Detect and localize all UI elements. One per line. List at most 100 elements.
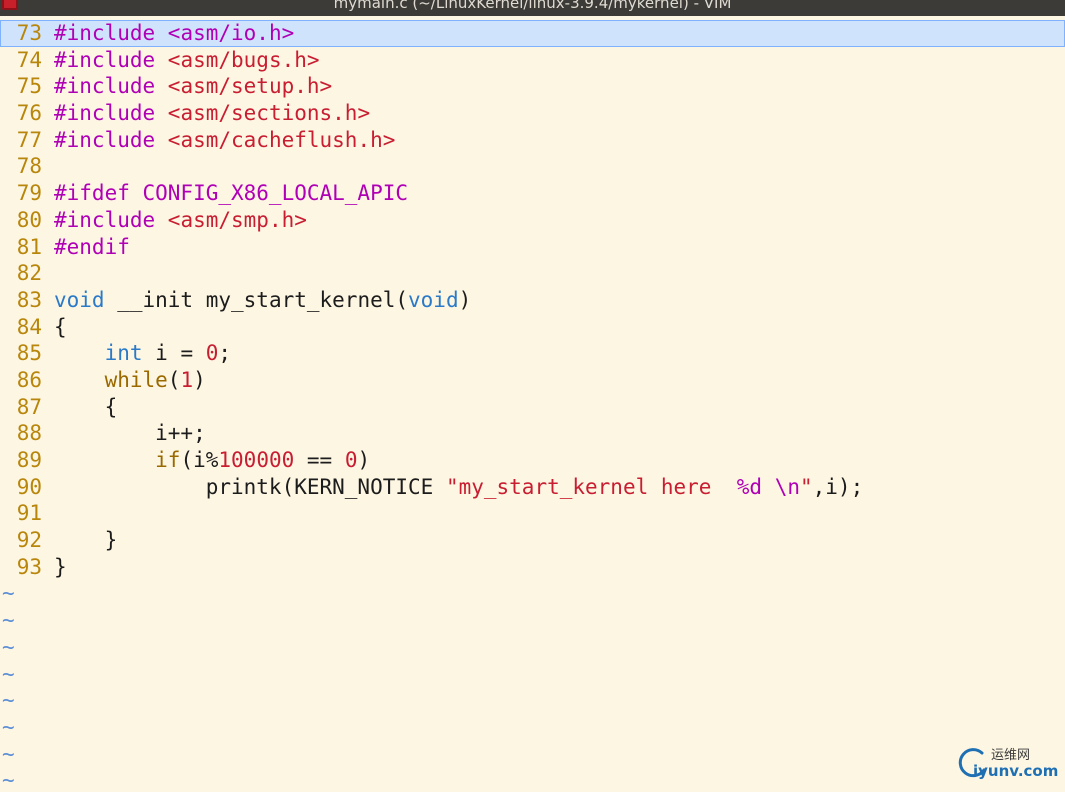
code-token: ;: [218, 341, 232, 366]
line-content: #include <asm/setup.h>: [42, 74, 332, 98]
code-token: <asm/setup.h>: [167, 74, 333, 99]
code-token: void: [54, 287, 105, 312]
code-line[interactable]: 74 #include <asm/bugs.h>: [0, 47, 1065, 74]
code-token: ": [799, 474, 813, 499]
watermark-bottom-text: iyunv.com: [973, 762, 1059, 780]
code-line[interactable]: 84 {: [0, 314, 1065, 341]
code-line[interactable]: 81 #endif: [0, 234, 1065, 261]
empty-buffer-tilde: ~: [2, 688, 15, 713]
code-token: ): [458, 287, 472, 312]
editor-buffer[interactable]: 73 #include <asm/io.h> 74 #include <asm/bug…: [0, 20, 1065, 792]
line-content: #ifdef CONFIG_X86_LOCAL_APIC: [42, 181, 408, 205]
line-content: if(i%100000 == 0): [42, 448, 370, 472]
code-token: \n: [774, 474, 800, 499]
title-bar: mymain.c (~/LinuxKernel/linux-3.9.4/myke…: [0, 0, 1065, 16]
code-token: {: [54, 394, 118, 419]
code-line[interactable]: 80 #include <asm/smp.h>: [0, 207, 1065, 234]
line-content: i++;: [42, 421, 206, 445]
line-content: #include <asm/smp.h>: [42, 208, 307, 232]
code-token: #include: [54, 21, 168, 45]
code-line[interactable]: 85 int i = 0;: [0, 340, 1065, 367]
code-token: 100000: [218, 448, 295, 472]
code-token: {: [54, 314, 67, 339]
line-number: 93: [16, 554, 42, 579]
code-token: if: [155, 448, 181, 472]
empty-buffer-tilde: ~: [2, 608, 15, 633]
line-content: [42, 501, 54, 525]
code-line[interactable]: 75 #include <asm/setup.h>: [0, 73, 1065, 100]
watermark-top-text: 运维网: [991, 748, 1031, 763]
code-line[interactable]: 78: [0, 153, 1065, 180]
cursor-line[interactable]: 73 #include <asm/io.h>: [0, 20, 1065, 47]
code-token: <asm/bugs.h>: [167, 47, 320, 72]
empty-buffer-tilde: ~: [2, 661, 15, 686]
code-line[interactable]: 90 printk(KERN_NOTICE "my_start_kernel h…: [0, 474, 1065, 501]
empty-buffer-tilde: ~: [2, 634, 15, 659]
code-token: while: [104, 367, 168, 392]
code-token: "my_start_kernel here: [445, 474, 737, 499]
code-line[interactable]: 91: [0, 500, 1065, 527]
line-number: 80: [16, 207, 42, 232]
line-number: 91: [16, 501, 42, 526]
line-number: 73: [16, 21, 42, 45]
code-token: int: [104, 341, 143, 366]
code-line[interactable]: 88 i++;: [0, 420, 1065, 447]
line-number: 82: [16, 261, 42, 286]
window-title: mymain.c (~/LinuxKernel/linux-3.9.4/myke…: [333, 0, 732, 12]
code-token: void: [408, 287, 459, 312]
code-line[interactable]: 82: [0, 260, 1065, 287]
line-number: 76: [16, 101, 42, 126]
code-token: #include: [54, 101, 168, 126]
line-content: void __init my_start_kernel(void): [42, 288, 471, 312]
code-line[interactable]: 92 }: [0, 527, 1065, 554]
empty-buffer-tilde: ~: [2, 581, 15, 606]
line-number: 89: [16, 448, 42, 472]
code-line[interactable]: 76 #include <asm/sections.h>: [0, 100, 1065, 127]
line-content: {: [42, 394, 118, 419]
code-line[interactable]: 93}: [0, 554, 1065, 581]
line-content: [42, 154, 54, 178]
code-token: i =: [142, 341, 206, 366]
line-content: printk(KERN_NOTICE "my_start_kernel here…: [42, 474, 864, 499]
line-content: #include <asm/sections.h>: [42, 101, 370, 125]
code-line[interactable]: 79 #ifdef CONFIG_X86_LOCAL_APIC: [0, 180, 1065, 207]
line-content: int i = 0;: [42, 341, 231, 365]
code-line[interactable]: 83 void __init my_start_kernel(void): [0, 287, 1065, 314]
code-token: 0: [344, 448, 358, 472]
line-content: while(1): [42, 368, 206, 392]
line-content: }: [42, 528, 118, 553]
code-token: #include: [54, 47, 168, 72]
code-line[interactable]: 77 #include <asm/cacheflush.h>: [0, 127, 1065, 154]
code-token: %d: [736, 474, 763, 499]
line-number: 90: [16, 474, 42, 499]
line-number: 85: [16, 341, 42, 366]
code-token: printk(KERN_NOTICE: [54, 474, 446, 499]
code-token: ): [193, 367, 206, 392]
empty-buffer-tilde: ~: [2, 741, 15, 766]
code-token: (: [167, 367, 181, 392]
code-token: <asm/io.h>: [167, 21, 295, 45]
site-watermark: 运维网 iyunv.com: [955, 742, 1059, 786]
code-token: i++;: [54, 421, 206, 446]
code-line[interactable]: 87 {: [0, 394, 1065, 421]
line-content: [42, 261, 54, 285]
code-token: #endif: [54, 234, 130, 259]
code-line[interactable]: 89 if(i%100000 == 0): [0, 447, 1065, 474]
code-token: #include: [54, 127, 168, 152]
line-number: 79: [16, 181, 42, 206]
vim-window: mymain.c (~/LinuxKernel/linux-3.9.4/myke…: [0, 0, 1065, 792]
code-line[interactable]: 86 while(1): [0, 367, 1065, 394]
line-number: 88: [16, 421, 42, 446]
code-token: ==: [294, 448, 345, 472]
code-token: }: [54, 528, 118, 553]
code-token: ,i);: [812, 474, 864, 499]
code-token: #include: [54, 207, 168, 232]
line-content: {: [42, 315, 67, 339]
code-token: 0: [205, 341, 219, 366]
line-number: 84: [16, 314, 42, 339]
empty-buffer-tilde: ~: [2, 768, 15, 792]
line-number: 86: [16, 367, 42, 392]
line-number: 92: [16, 528, 42, 553]
